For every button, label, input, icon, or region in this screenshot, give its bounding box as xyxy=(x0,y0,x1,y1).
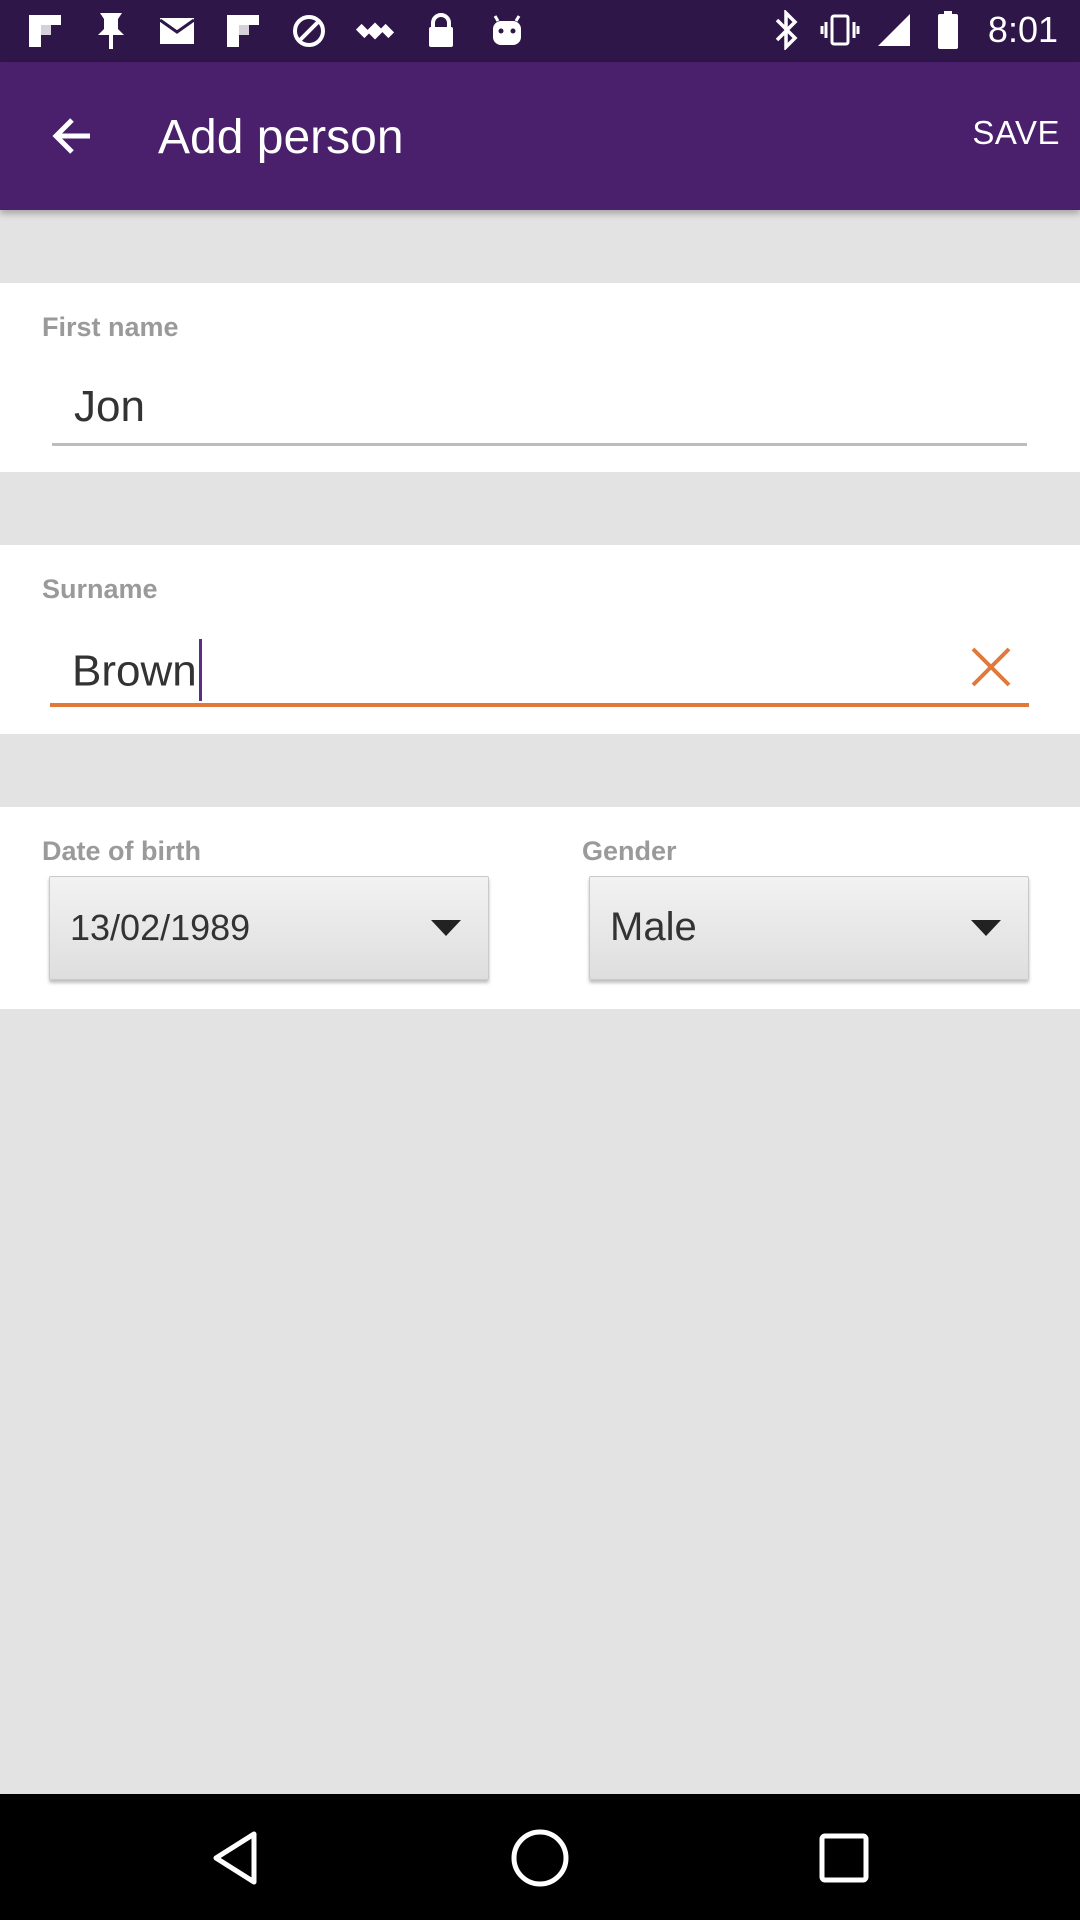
status-left-icons xyxy=(24,10,552,52)
close-icon xyxy=(971,647,1011,687)
flipboard-icon xyxy=(24,10,66,52)
first-name-card: First name Jon xyxy=(0,283,1080,472)
notification-icon xyxy=(90,10,132,52)
flipboard-icon xyxy=(222,10,264,52)
nav-recents-button[interactable] xyxy=(808,1822,880,1894)
no-signal-icon xyxy=(288,10,330,52)
navigation-bar xyxy=(0,1794,1080,1920)
surname-card: Surname Brown xyxy=(0,545,1080,734)
battery-icon xyxy=(928,8,968,52)
first-name-value: Jon xyxy=(74,382,145,431)
gender-label: Gender xyxy=(582,836,677,866)
app-bar: Add person SAVE xyxy=(0,62,1080,210)
text-cursor xyxy=(198,639,202,701)
home-circle-icon xyxy=(511,1829,569,1887)
surname-value: Brown xyxy=(72,646,197,696)
page-title: Add person xyxy=(158,111,404,164)
back-triangle-icon xyxy=(213,1831,257,1885)
save-button[interactable]: SAVE xyxy=(972,114,1060,152)
recents-square-icon xyxy=(819,1833,869,1883)
lock-icon xyxy=(420,10,462,52)
date-of-birth-value: 13/02/1989 xyxy=(70,907,251,948)
first-name-field[interactable]: Jon xyxy=(52,376,1027,446)
surname-field[interactable]: Brown xyxy=(50,637,1029,707)
surname-text: Brown xyxy=(72,639,202,705)
vibrate-icon xyxy=(820,8,860,52)
satellite-icon xyxy=(354,10,396,52)
gender-dropdown[interactable]: Male xyxy=(589,876,1029,980)
first-name-label: First name xyxy=(42,312,179,342)
mail-icon xyxy=(156,10,198,52)
android-icon xyxy=(486,10,528,52)
nav-back-button[interactable] xyxy=(200,1822,272,1894)
date-of-birth-dropdown[interactable]: 13/02/1989 xyxy=(49,876,489,980)
surname-label: Surname xyxy=(42,574,158,604)
gender-value: Male xyxy=(610,905,697,949)
signal-icon xyxy=(874,8,914,52)
nav-home-button[interactable] xyxy=(504,1822,576,1894)
clear-text-button[interactable] xyxy=(961,637,1021,697)
status-time: 8:01 xyxy=(987,9,1058,50)
bluetooth-icon xyxy=(766,8,806,52)
date-of-birth-label: Date of birth xyxy=(42,836,201,866)
arrow-left-icon xyxy=(52,118,90,154)
status-bar: 8:01 xyxy=(0,0,1080,62)
status-right-icons: 8:01 xyxy=(766,8,1058,52)
chevron-down-icon xyxy=(424,913,468,943)
chevron-down-icon xyxy=(964,913,1008,943)
back-button[interactable] xyxy=(36,104,108,168)
